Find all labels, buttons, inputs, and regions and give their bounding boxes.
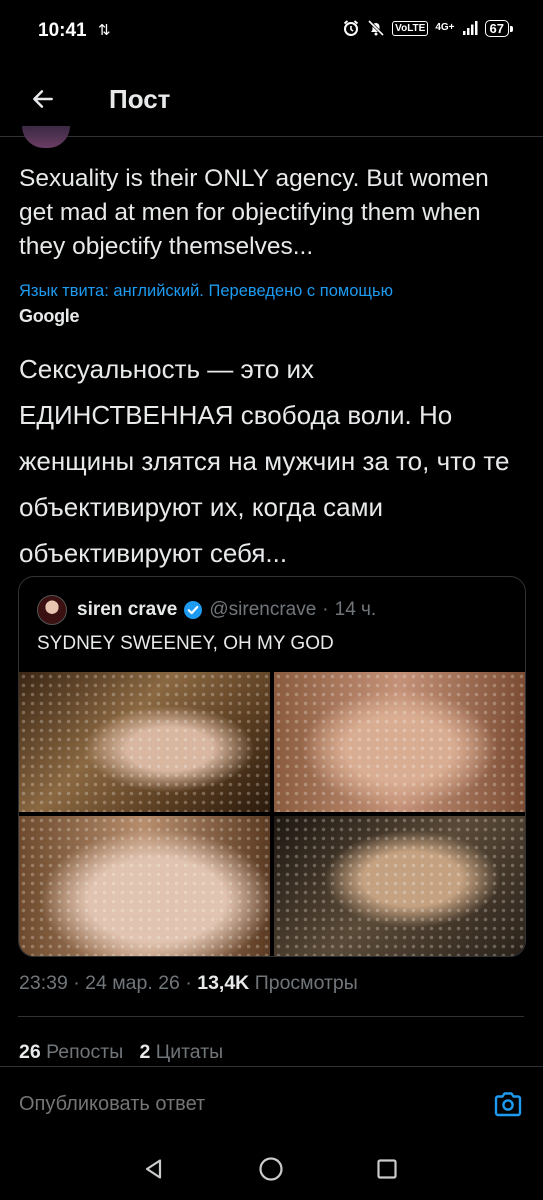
divider <box>18 1016 524 1017</box>
google-logo: Google <box>19 306 80 326</box>
battery-indicator: 67 <box>484 19 514 37</box>
camera-icon <box>494 1092 522 1117</box>
signal-icon <box>462 20 478 36</box>
system-nav-bar <box>0 1134 543 1200</box>
camera-button[interactable] <box>491 1087 525 1121</box>
tweet-meta: 23:39 · 24 мар. 26 · 13,4K Просмотры <box>19 972 358 995</box>
translated-text: Сексуальность — это их ЕДИНСТВЕННАЯ своб… <box>19 354 510 568</box>
media-image-3[interactable] <box>19 816 270 956</box>
circle-home-icon <box>259 1157 283 1181</box>
verified-badge-icon <box>184 601 203 619</box>
mute-icon <box>367 19 385 37</box>
quoted-author-avatar <box>37 595 67 625</box>
reposts-label: Репосты <box>46 1041 124 1063</box>
tweet-text: Sexuality is their ONLY agency. But wome… <box>19 165 489 260</box>
nav-back-button[interactable] <box>139 1154 169 1184</box>
quotes-count: 2 <box>139 1041 151 1063</box>
separator-dot: · <box>322 599 329 620</box>
quoted-tweet-text: SYDNEY SWEENEY, OH MY GOD <box>37 633 334 654</box>
quoted-tweet-header: siren crave @sirencrave · 14 ч. <box>37 595 376 625</box>
reply-input[interactable] <box>19 1093 439 1116</box>
network-type: 4G+ <box>435 22 455 33</box>
media-image-2[interactable] <box>274 672 525 812</box>
views-label[interactable]: Просмотры <box>255 972 358 994</box>
views-count[interactable]: 13,4K <box>197 972 249 994</box>
page-title: Пост <box>109 84 171 114</box>
reposts-stat[interactable]: 26 Репосты <box>19 1041 123 1063</box>
quotes-label: Цитаты <box>155 1041 224 1063</box>
status-bar: 10:41 ⇅ VoLTE 4G+ 67 <box>0 0 543 62</box>
separator-dot: · <box>73 972 80 994</box>
status-time: 10:41 <box>38 20 87 41</box>
reply-bar <box>0 1066 543 1136</box>
tweet-time: 23:39 <box>19 972 68 994</box>
volte-badge: VoLTE <box>392 20 429 36</box>
activity-icon: ⇅ <box>98 22 111 39</box>
quotes-stat[interactable]: 2 Цитаты <box>140 1041 224 1063</box>
triangle-back-icon <box>145 1159 162 1179</box>
square-recents-icon <box>377 1159 397 1179</box>
status-icons: VoLTE 4G+ 67 <box>342 19 514 37</box>
author-avatar[interactable] <box>22 126 70 148</box>
media-image-4[interactable] <box>274 816 525 956</box>
media-image-1[interactable] <box>19 672 270 812</box>
nav-recents-button[interactable] <box>372 1154 402 1184</box>
quoted-tweet-time: 14 ч. <box>334 599 377 620</box>
media-grid <box>19 672 525 956</box>
translation-note[interactable]: Язык твита: английский. Переведено с пом… <box>19 282 393 301</box>
quoted-tweet-card[interactable]: siren crave @sirencrave · 14 ч. SYDNEY S… <box>18 576 526 957</box>
tweet-stats: 26 Репосты 2 Цитаты <box>19 1041 223 1064</box>
separator-dot: · <box>185 972 192 994</box>
top-app-bar: Пост <box>0 62 543 137</box>
arrow-left-icon <box>33 90 53 108</box>
quoted-author-handle: @sirencrave <box>209 599 317 620</box>
back-button[interactable] <box>24 80 62 118</box>
alarm-icon <box>342 19 360 37</box>
nav-home-button[interactable] <box>256 1154 286 1184</box>
quoted-author-name: siren crave <box>77 599 178 620</box>
tweet-date: 24 мар. 26 <box>85 972 180 994</box>
reposts-count: 26 <box>19 1041 41 1063</box>
